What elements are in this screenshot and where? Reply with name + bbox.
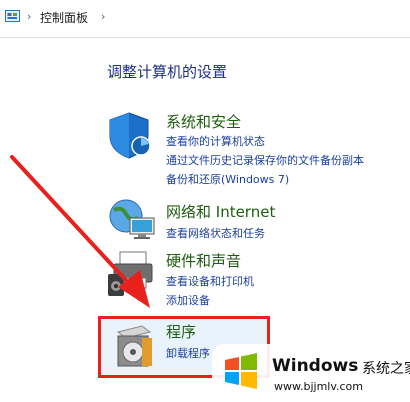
breadcrumb-separator: › xyxy=(27,10,32,23)
link-uninstall-program[interactable]: 卸载程序 xyxy=(166,345,210,361)
link-network-status[interactable]: 查看网络状态和任务 xyxy=(166,225,265,241)
page-title: 调整计算机的设置 xyxy=(107,63,228,81)
breadcrumb-separator[interactable]: › xyxy=(101,10,105,23)
network-globe-icon[interactable] xyxy=(106,196,158,244)
shield-icon[interactable] xyxy=(104,110,154,160)
watermark-url: www.bjjmlv.com xyxy=(274,380,363,393)
printer-speaker-icon[interactable] xyxy=(106,248,158,298)
watermark-brand-cn: 系统之家 xyxy=(362,361,410,377)
windows-logo-icon xyxy=(225,353,257,389)
breadcrumb-control-panel[interactable]: 控制面板 xyxy=(40,9,88,26)
watermark: Windows 系统之家 www.bjjmlv.com xyxy=(212,344,410,402)
category-title-system-security[interactable]: 系统和安全 xyxy=(166,111,241,132)
link-file-history-backup[interactable]: 通过文件历史记录保存你的文件备份副本 xyxy=(166,152,364,168)
watermark-brand: Windows xyxy=(272,356,359,376)
link-view-computer-status[interactable]: 查看你的计算机状态 xyxy=(166,133,265,149)
link-devices-printers[interactable]: 查看设备和打印机 xyxy=(166,273,254,289)
category-title-network-internet[interactable]: 网络和 Internet xyxy=(166,201,275,222)
control-panel-icon xyxy=(5,10,20,22)
programs-disc-box-icon[interactable] xyxy=(112,322,158,370)
address-bar: › 控制面板 › xyxy=(0,0,410,38)
category-title-programs[interactable]: 程序 xyxy=(166,321,196,342)
link-add-device[interactable]: 添加设备 xyxy=(166,292,210,308)
category-title-hardware-sound[interactable]: 硬件和声音 xyxy=(166,250,241,271)
link-backup-restore[interactable]: 备份和还原(Windows 7) xyxy=(166,171,289,187)
